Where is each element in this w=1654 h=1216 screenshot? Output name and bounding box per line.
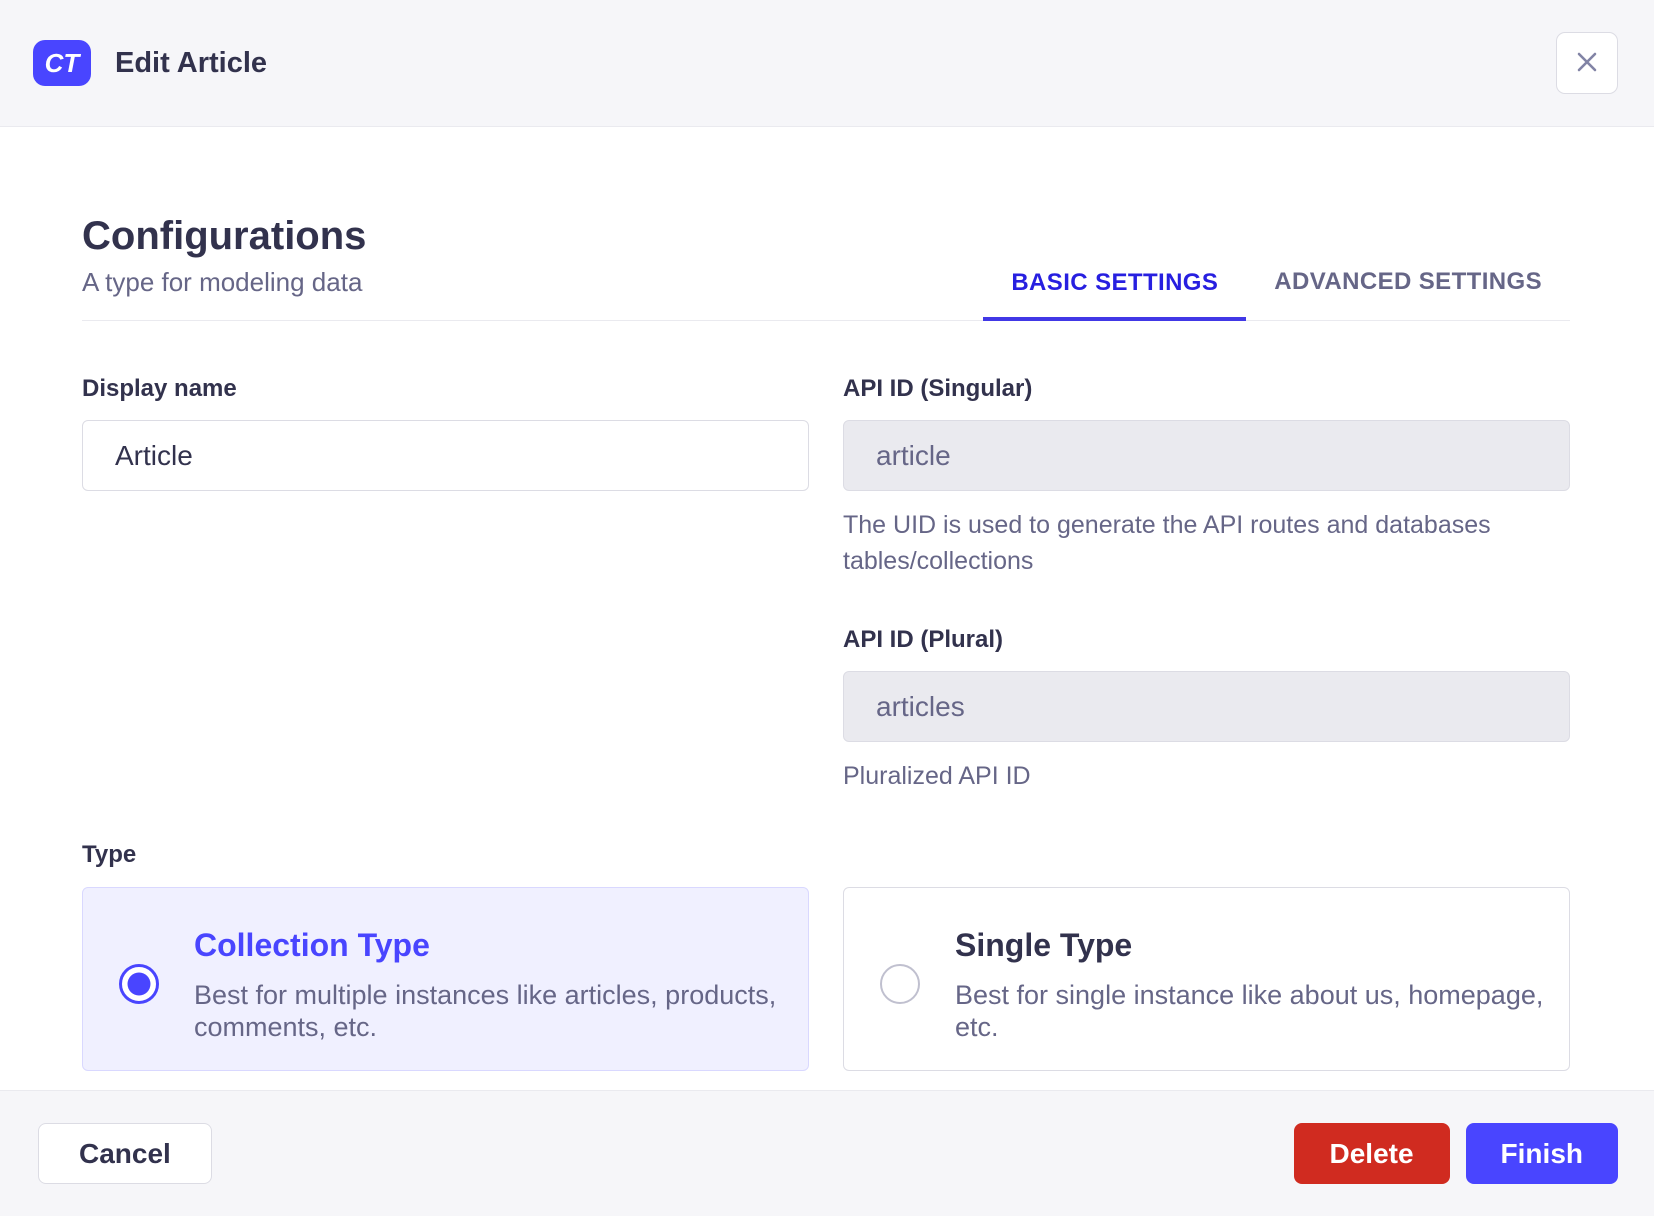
single-type-description: Best for single instance like about us, … xyxy=(955,979,1544,1043)
section-heading-block: Configurations A type for modeling data xyxy=(82,213,366,320)
api-id-singular-input xyxy=(843,420,1570,491)
tab-advanced-settings[interactable]: ADVANCED SETTINGS xyxy=(1246,268,1570,320)
api-id-plural-field: API ID (Plural) Pluralized API ID xyxy=(843,626,1570,795)
delete-button[interactable]: Delete xyxy=(1293,1123,1450,1184)
section-subtitle: A type for modeling data xyxy=(82,267,363,297)
form-column-right: API ID (Singular) The UID is used to gen… xyxy=(843,375,1570,795)
display-name-input[interactable] xyxy=(82,420,809,491)
cancel-button[interactable]: Cancel xyxy=(38,1123,212,1184)
single-type-title: Single Type xyxy=(955,926,1133,963)
modal-footer: Cancel Delete Finish xyxy=(0,1090,1654,1216)
modal-header: CT Edit Article xyxy=(0,0,1654,127)
modal-title: Edit Article xyxy=(115,46,268,79)
type-section-label: Type xyxy=(82,840,137,868)
api-id-singular-field: API ID (Singular) The UID is used to gen… xyxy=(843,375,1570,579)
api-id-singular-label: API ID (Singular) xyxy=(843,375,1033,402)
api-id-singular-hint: The UID is used to generate the API rout… xyxy=(843,511,1491,575)
collection-type-title: Collection Type xyxy=(194,926,430,963)
collection-type-description: Best for multiple instances like article… xyxy=(194,979,777,1043)
tab-basic-settings[interactable]: BASIC SETTINGS xyxy=(983,268,1247,321)
single-type-card[interactable]: Single Type Best for single instance lik… xyxy=(843,886,1570,1071)
content-type-badge: CT xyxy=(33,40,91,86)
collection-type-radio[interactable] xyxy=(119,963,159,1004)
api-id-plural-hint: Pluralized API ID xyxy=(843,762,1031,790)
close-button[interactable] xyxy=(1556,32,1618,94)
display-name-field: Display name xyxy=(82,375,809,491)
api-id-plural-label: API ID (Plural) xyxy=(843,626,1004,653)
configuration-form: Display name API ID (Singular) The UID i… xyxy=(82,375,1570,795)
display-name-label: Display name xyxy=(82,375,237,402)
type-options: Collection Type Best for multiple instan… xyxy=(82,886,1570,1071)
finish-button[interactable]: Finish xyxy=(1465,1123,1618,1184)
type-section: Type Collection Type Best for multiple i… xyxy=(82,841,1570,1071)
modal-body: Configurations A type for modeling data … xyxy=(0,127,1654,1090)
section-head: Configurations A type for modeling data … xyxy=(82,213,1570,321)
form-column-left: Display name xyxy=(82,375,809,795)
close-icon xyxy=(1572,47,1602,80)
single-type-radio[interactable] xyxy=(880,963,920,1004)
api-id-plural-input xyxy=(843,671,1570,742)
section-title: Configurations xyxy=(82,214,367,258)
tab-list: BASIC SETTINGS ADVANCED SETTINGS xyxy=(983,268,1570,321)
collection-type-card[interactable]: Collection Type Best for multiple instan… xyxy=(82,886,809,1071)
edit-content-type-modal: CT Edit Article Configurations A type fo… xyxy=(0,0,1654,1216)
